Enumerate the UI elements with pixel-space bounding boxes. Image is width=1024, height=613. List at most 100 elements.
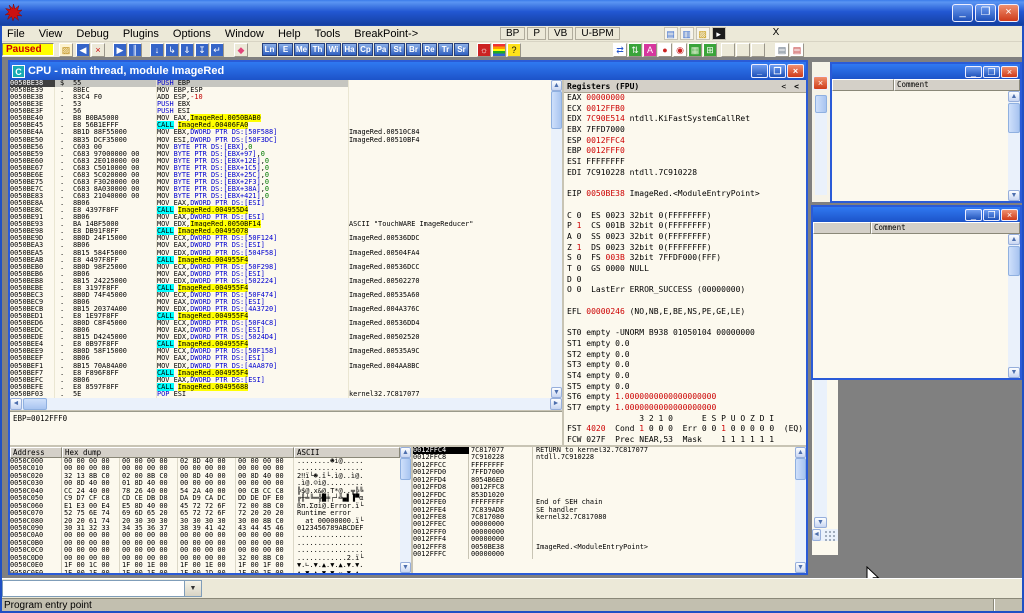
- run-icon[interactable]: ▶: [113, 43, 127, 57]
- checklist-icon[interactable]: ▤: [790, 43, 804, 57]
- view-sr-button[interactable]: Sr: [454, 43, 469, 56]
- highlight-a-icon[interactable]: A: [643, 43, 657, 57]
- minimize-button[interactable]: _: [952, 4, 973, 22]
- ubpm-button[interactable]: U-BPM: [575, 27, 619, 40]
- scroll-up-icon[interactable]: ▲: [1008, 234, 1020, 245]
- doc-icon[interactable]: ▥: [680, 27, 694, 40]
- gear-icon[interactable]: ☼: [477, 43, 491, 57]
- menu-file[interactable]: File: [0, 28, 32, 40]
- disasm-row[interactable]: 0050BEC3.8B0D 74F45000MOV ECX,DWORD PTR …: [10, 292, 551, 299]
- scroll-up-icon[interactable]: ▲: [551, 80, 562, 91]
- vscrollbar[interactable]: ▲ ▼: [1008, 91, 1020, 201]
- resize-grip[interactable]: [824, 530, 837, 542]
- scroll-down-icon[interactable]: ▼: [551, 387, 562, 398]
- scroll-thumb[interactable]: [400, 458, 411, 480]
- close-program-icon[interactable]: ×: [91, 43, 105, 57]
- swap-icon[interactable]: ⇄: [613, 43, 627, 57]
- restart-icon[interactable]: ◀: [76, 43, 90, 57]
- menu-window[interactable]: Window: [218, 28, 271, 40]
- scroll-thumb[interactable]: [23, 398, 47, 410]
- menu-plugins[interactable]: Plugins: [116, 28, 166, 40]
- view-ln-button[interactable]: Ln: [262, 43, 277, 56]
- view-tr-button[interactable]: Tr: [438, 43, 453, 56]
- scroll-left-icon[interactable]: ◄: [10, 398, 22, 410]
- view-pa-button[interactable]: Pa: [374, 43, 389, 56]
- vb-button[interactable]: VB: [548, 27, 573, 40]
- close-button[interactable]: ×: [1001, 209, 1018, 221]
- console-icon[interactable]: ▸: [712, 27, 726, 40]
- scroll-down-icon[interactable]: ▼: [814, 517, 827, 528]
- disasm-vscrollbar[interactable]: ▲ ▼: [551, 80, 562, 398]
- registers-nav-left[interactable]: <: [773, 82, 794, 91]
- breakpoint-splat-icon[interactable]: ◆: [234, 43, 248, 57]
- view-th-button[interactable]: Th: [310, 43, 325, 56]
- comment-window-top-body[interactable]: ▲ ▼: [832, 91, 1020, 201]
- disasm-row[interactable]: 0050BEFE.E8 8597F8FFCALL ImageRed.004956…: [10, 384, 551, 391]
- cpu-window-titlebar[interactable]: C CPU - main thread, module ImageRed _ ❐…: [10, 62, 806, 80]
- comment-window-bottom-titlebar[interactable]: _ ❐ ×: [813, 207, 1020, 222]
- disasm-row[interactable]: 0050BE8C.E8 4397F8FFCALL ImageRed.004955…: [10, 207, 551, 214]
- view-cp-button[interactable]: Cp: [358, 43, 373, 56]
- maximize-button[interactable]: ❐: [983, 209, 1000, 221]
- pixels-icon[interactable]: ▦: [688, 43, 702, 57]
- scroll-down-icon[interactable]: ▼: [795, 562, 806, 573]
- registers-pane[interactable]: Registers (FPU) < < EAX 00000000ECX 0012…: [564, 80, 806, 445]
- trace-over-icon[interactable]: ↧: [195, 43, 209, 57]
- trace-into-icon[interactable]: ⇓: [180, 43, 194, 57]
- scroll-up-icon[interactable]: ▲: [795, 447, 806, 458]
- command-input[interactable]: [3, 581, 184, 596]
- cpu-minimize-button[interactable]: _: [751, 64, 768, 78]
- disasm-row[interactable]: 0050BEF7.E8 F896F8FFCALL ImageRed.004955…: [10, 370, 551, 377]
- registers-nav-right[interactable]: <: [794, 82, 803, 91]
- step-into-icon[interactable]: ↓: [150, 43, 164, 57]
- scroll-left-icon[interactable]: ◄: [812, 529, 821, 541]
- disasm-row[interactable]: 0050BE3B.83C4 F0ADD ESP,-10: [10, 94, 551, 101]
- step-over-icon[interactable]: ↳: [165, 43, 179, 57]
- vscrollbar[interactable]: ▲ ▼: [1008, 234, 1020, 378]
- blank-button[interactable]: [751, 43, 765, 57]
- disassembly-pane[interactable]: 0050BE38$55PUSH EBP0050BE39.8BECMOV EBP,…: [10, 80, 562, 398]
- scroll-up-icon[interactable]: ▲: [400, 447, 411, 458]
- rainbow-icon[interactable]: [492, 43, 506, 57]
- view-ha-button[interactable]: Ha: [342, 43, 357, 56]
- stack-vscrollbar[interactable]: ▲ ▼: [795, 447, 806, 573]
- scroll-up-icon[interactable]: ▲: [1008, 91, 1020, 102]
- blank-column-header[interactable]: [832, 79, 894, 91]
- view-me-button[interactable]: Me: [294, 43, 309, 56]
- list-icon[interactable]: ▤: [775, 43, 789, 57]
- scroll-down-icon[interactable]: ▼: [1008, 190, 1020, 201]
- close-button[interactable]: ×: [998, 4, 1019, 22]
- scroll-thumb[interactable]: [1008, 103, 1020, 133]
- menu-tools[interactable]: Tools: [308, 28, 348, 40]
- comment-column-header[interactable]: Comment: [871, 222, 1020, 234]
- minimize-button[interactable]: _: [965, 66, 982, 78]
- menu-debug[interactable]: Debug: [69, 28, 115, 40]
- scroll-down-icon[interactable]: ▼: [400, 562, 411, 573]
- sort-icon[interactable]: ⇅: [628, 43, 642, 57]
- disasm-row[interactable]: 0050BE3E.53PUSH EBX: [10, 101, 551, 108]
- view-st-button[interactable]: St: [390, 43, 405, 56]
- hidden-window-vscrollbar[interactable]: ▼: [814, 380, 827, 528]
- dump-vscrollbar[interactable]: ▲ ▼: [400, 447, 411, 573]
- dump-pane[interactable]: Address Hex dump ASCII 0050C00000 00 00 …: [10, 447, 400, 573]
- disasm-row[interactable]: 0050BE38$55PUSH EBP: [10, 80, 551, 87]
- info-pane[interactable]: EBP=0012FFF0: [10, 411, 562, 445]
- scroll-down-icon[interactable]: ▼: [1008, 367, 1020, 378]
- notes-icon[interactable]: ▤: [664, 27, 678, 40]
- close-button[interactable]: ×: [1001, 66, 1018, 78]
- scroll-thumb[interactable]: [1008, 246, 1020, 276]
- blank-button[interactable]: [736, 43, 750, 57]
- title-bar[interactable]: _ ❐ ×: [0, 0, 1024, 26]
- blank-button[interactable]: [721, 43, 735, 57]
- disasm-row[interactable]: 0050BF03.5EPOP ESIkernel32.7C817077: [10, 391, 551, 398]
- open-icon[interactable]: ▨: [59, 43, 73, 57]
- stack-row[interactable]: 0012FFFC00000000: [413, 551, 795, 558]
- scroll-thumb[interactable]: [815, 95, 827, 113]
- bp-button[interactable]: BP: [500, 27, 525, 40]
- folder-icon[interactable]: ▨: [696, 27, 710, 40]
- restore-button[interactable]: ❐: [975, 4, 996, 22]
- disasm-row[interactable]: 0050BE9D.8B0D 24F15000MOV ECX,DWORD PTR …: [10, 235, 551, 242]
- scroll-thumb[interactable]: [795, 458, 806, 480]
- disasm-row[interactable]: 0050BED6.8B0D C8F45000MOV ECX,DWORD PTR …: [10, 320, 551, 327]
- hidden-window-scrollbar[interactable]: [815, 95, 827, 195]
